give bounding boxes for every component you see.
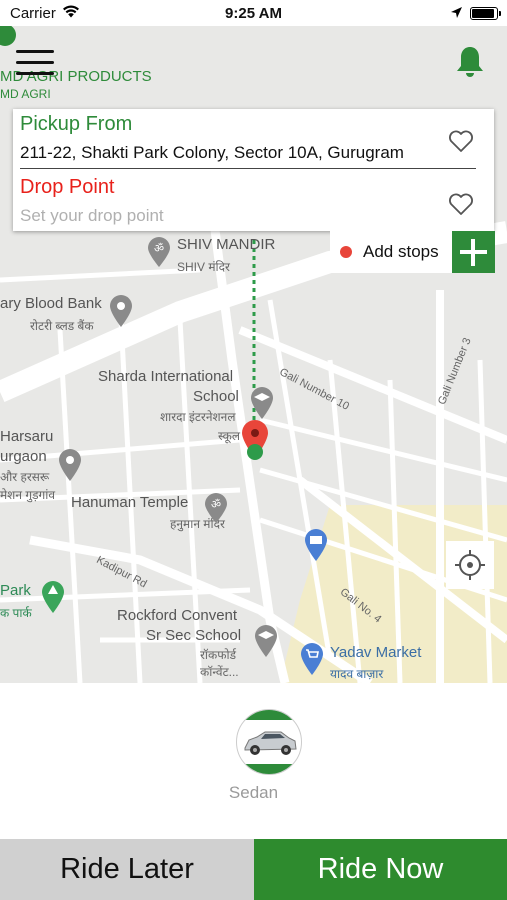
card-divider	[20, 168, 476, 169]
battery-icon	[470, 7, 501, 20]
notification-bell-icon[interactable]	[453, 44, 487, 80]
vehicle-option-sedan[interactable]	[236, 709, 302, 775]
school-pin-icon	[255, 625, 277, 657]
pickup-label: Pickup From	[20, 113, 133, 135]
place-shiv-mandir: SHIV MANDIR	[177, 236, 276, 253]
drop-label: Drop Point	[20, 176, 115, 198]
place-rockford-2: Sr Sec School	[146, 627, 242, 644]
place-school-hi-2: स्कूल	[218, 429, 241, 443]
place-blood-bank: ary Blood Bank	[0, 295, 102, 312]
school-pin-icon	[251, 387, 273, 419]
place-pin-icon	[110, 295, 132, 327]
place-rockford-hi-2: कॉन्वेंट...	[200, 665, 239, 679]
ride-now-button[interactable]: Ride Now	[254, 839, 507, 900]
favorite-pickup-heart-icon[interactable]	[447, 128, 475, 154]
place-school-hi-1: शारदा इंटरनेशनल	[160, 410, 236, 424]
place-hanuman: Hanuman Temple	[71, 494, 189, 511]
svg-text:ॐ: ॐ	[154, 242, 164, 255]
vehicle-label: Sedan	[228, 783, 279, 802]
pickup-marker-icon[interactable]	[245, 442, 265, 462]
ride-later-button[interactable]: Ride Later	[0, 839, 254, 900]
place-park: Park	[0, 582, 31, 599]
place-harsaru-hi-2: मेशन गुड़गांव	[0, 488, 56, 502]
temple-pin-icon: ॐ	[148, 237, 170, 267]
place-rockford-1: Rockford Convent	[117, 607, 238, 624]
menu-button[interactable]	[16, 50, 56, 78]
place-blood-bank-hi: रोटरी ब्लड बैंक	[30, 319, 94, 333]
add-stops-label: Add stops	[363, 242, 439, 261]
vehicle-band	[237, 764, 301, 774]
place-yadav: Yadav Market	[330, 644, 422, 661]
svg-text:ॐ: ॐ	[211, 498, 221, 511]
crosshair-icon	[455, 550, 485, 580]
place-harsaru-hi-1: और हरसरू	[0, 470, 50, 484]
favorite-drop-heart-icon[interactable]	[447, 191, 475, 217]
location-card: Pickup From 211-22, Shakti Park Colony, …	[13, 109, 494, 231]
place-yadav-hi: यादव बाज़ार	[330, 667, 384, 681]
temple-pin-icon: ॐ	[205, 493, 227, 523]
place-park-hi: क पार्क	[0, 606, 32, 620]
time-label: 9:25 AM	[225, 5, 282, 22]
location-arrow-icon	[451, 7, 462, 18]
stop-dot-icon	[340, 246, 352, 258]
place-school-2: School	[193, 388, 239, 405]
place-shiv-mandir-hi: SHIV मंदिर	[177, 260, 230, 274]
store-pin-icon	[305, 529, 327, 561]
place-harsaru-2: urgaon	[0, 448, 47, 465]
place-rockford-hi-1: रॉकफोर्ड	[200, 648, 237, 662]
place-pin-icon	[59, 449, 81, 481]
brand-sub: MD AGRI	[0, 87, 51, 101]
menu-icon	[16, 50, 54, 53]
park-pin-icon	[42, 581, 64, 613]
place-school-1: Sharda International	[98, 368, 234, 385]
my-location-button[interactable]	[446, 541, 494, 589]
menu-icon	[16, 61, 54, 64]
add-stop-button[interactable]	[452, 231, 495, 273]
menu-icon	[16, 72, 54, 75]
place-harsaru-1: Harsaru	[0, 428, 54, 445]
status-bar: Carrier 9:25 AM	[0, 0, 507, 26]
market-pin-icon	[301, 643, 323, 675]
drop-point-field[interactable]: Set your drop point	[20, 206, 164, 226]
add-stops-control[interactable]: Add stops	[330, 231, 495, 273]
pickup-address-field[interactable]: 211-22, Shakti Park Colony, Sector 10A, …	[20, 143, 430, 163]
